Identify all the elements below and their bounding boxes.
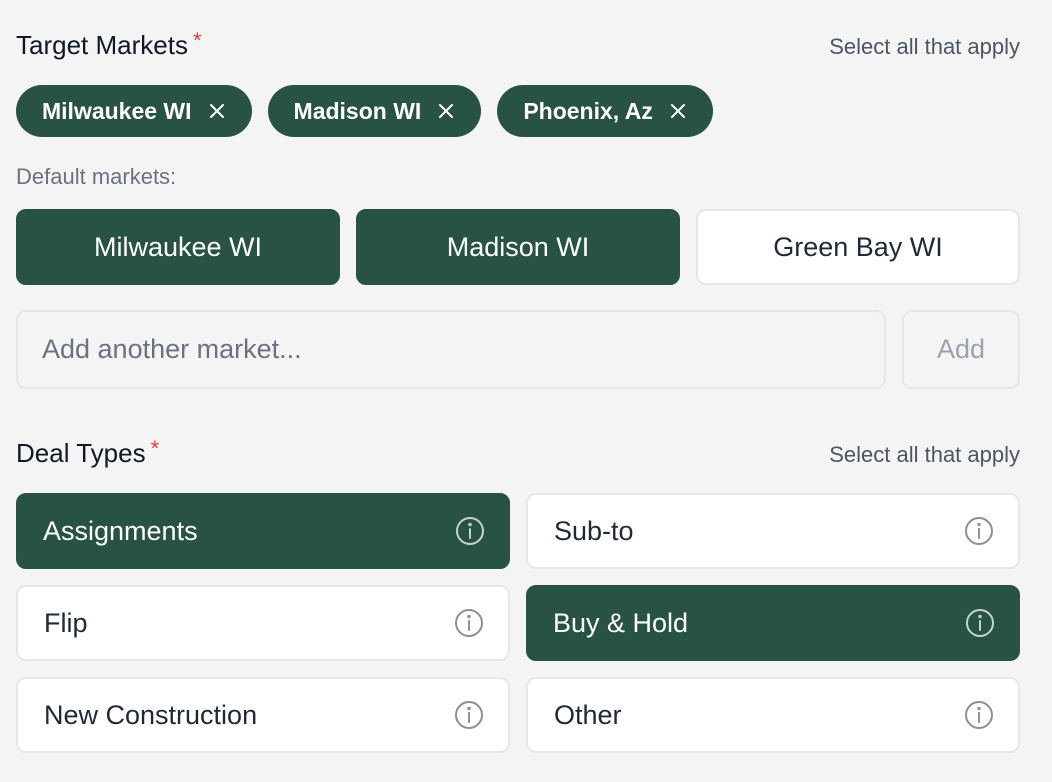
target-markets-title: Target Markets * <box>16 28 202 61</box>
required-asterisk: * <box>192 28 202 53</box>
deal-option-flip[interactable]: Flip <box>16 585 510 661</box>
default-markets-label: Default markets: <box>16 164 177 189</box>
market-chip-phoenix: Phoenix, Az <box>497 85 713 137</box>
deal-option-label: Assignments <box>43 515 198 546</box>
close-icon[interactable] <box>208 102 226 120</box>
market-chip-madison: Madison WI <box>267 85 482 137</box>
default-market-green-bay[interactable]: Green Bay WI <box>696 209 1020 285</box>
chip-label: Madison WI <box>293 97 422 124</box>
deal-option-sub-to[interactable]: Sub-to <box>526 493 1020 569</box>
add-market-button[interactable]: Add <box>902 310 1020 389</box>
close-icon[interactable] <box>669 102 687 120</box>
deal-option-label: Flip <box>44 607 88 638</box>
info-icon[interactable] <box>454 608 484 638</box>
default-markets: Milwaukee WI Madison WI Green Bay WI <box>16 209 1020 285</box>
default-market-madison[interactable]: Madison WI <box>356 209 680 285</box>
selected-markets: Milwaukee WI Madison WI Phoenix, Az <box>16 85 713 137</box>
deal-option-label: Sub-to <box>554 515 634 546</box>
select-all-hint: Select all that apply <box>829 442 1020 467</box>
deal-types-title: Deal Types * <box>16 436 160 469</box>
deal-option-new-construction[interactable]: New Construction <box>16 677 510 753</box>
section-title: Deal Types <box>16 438 146 468</box>
select-all-hint: Select all that apply <box>829 34 1020 59</box>
deal-option-buy-hold[interactable]: Buy & Hold <box>526 585 1020 661</box>
info-icon[interactable] <box>964 700 994 730</box>
deal-type-options: Assignments Sub-to Flip Buy & Hold New C… <box>16 493 1020 753</box>
chip-label: Milwaukee WI <box>42 97 192 124</box>
deal-option-other[interactable]: Other <box>526 677 1020 753</box>
info-icon[interactable] <box>965 608 995 638</box>
target-markets-header: Target Markets * Select all that apply <box>16 28 1020 61</box>
market-chip-milwaukee: Milwaukee WI <box>16 85 252 137</box>
deal-types-header: Deal Types * Select all that apply <box>16 436 1020 469</box>
section-title: Target Markets <box>16 30 188 60</box>
chip-label: Phoenix, Az <box>523 97 653 124</box>
default-market-milwaukee[interactable]: Milwaukee WI <box>16 209 340 285</box>
close-icon[interactable] <box>437 102 455 120</box>
info-icon[interactable] <box>455 516 485 546</box>
info-icon[interactable] <box>454 700 484 730</box>
deal-option-label: New Construction <box>44 699 258 730</box>
required-asterisk: * <box>150 436 160 461</box>
add-market-input[interactable] <box>16 310 886 389</box>
deal-option-assignments[interactable]: Assignments <box>16 493 510 569</box>
deal-option-label: Buy & Hold <box>553 607 689 638</box>
info-icon[interactable] <box>964 516 994 546</box>
deal-option-label: Other <box>554 699 622 730</box>
